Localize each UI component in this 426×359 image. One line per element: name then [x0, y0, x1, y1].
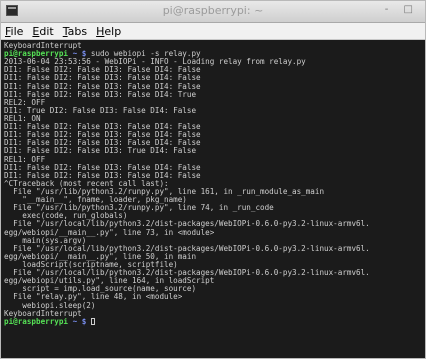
line-text: egg/webiopi/__main__.py", line 73, in <m… [4, 228, 215, 237]
prompt-user: pi@raspberrypi [4, 50, 69, 59]
line-text: "__main__", fname, loader, pkg_name) [4, 196, 187, 205]
line-text: DI1: False DI2: False DI3: False DI4: Fa… [4, 82, 201, 91]
line-text: File "/usr/lib/python3.2/runpy.py", line… [4, 204, 274, 213]
output-line: KeyboardInterrupt [4, 310, 424, 318]
output-line: egg/webiopi/__main__.py", line 73, in <m… [4, 229, 424, 237]
line-text: DI1: False DI2: False DI3: False DI4: Fa… [4, 74, 201, 83]
output-line: DI1: False DI2: False DI3: False DI4: Fa… [4, 83, 424, 91]
output-line: egg/webiopi/__main__.py", line 50, in ma… [4, 253, 424, 261]
menu-edit[interactable]: Edit [32, 25, 53, 38]
line-text: File "/usr/local/lib/python3.2/dist-pack… [4, 269, 370, 278]
line-text: REL1: ON [4, 114, 41, 123]
prompt-path: ~ $ [68, 317, 91, 326]
output-line: File "/usr/local/lib/python3.2/dist-pack… [4, 269, 424, 277]
line-text: DI1: False DI2: False DI3: False DI4: Fa… [4, 171, 201, 180]
output-line: main(sys.argv) [4, 237, 424, 245]
line-text: DI1: False DI2: False DI3: False DI4: Tr… [4, 90, 197, 99]
line-text: REL2: OFF [4, 98, 46, 107]
line-text: File "/usr/local/lib/python3.2/dist-pack… [4, 244, 370, 253]
terminal-output[interactable]: KeyboardInterrupt pi@raspberrypi ~ $ sudo… [2, 40, 424, 358]
line-text: 2013-06-04 23:53:56 - WebIOPi - INFO - L… [4, 58, 306, 67]
menu-help[interactable]: Help [96, 25, 121, 38]
text-cursor [90, 317, 95, 325]
line-text: egg/webiopi/__main__.py", line 50, in ma… [4, 252, 197, 261]
prompt-user: pi@raspberrypi [4, 317, 69, 326]
line-text: DI1: False DI2: False DI3: False DI4: Fa… [4, 123, 201, 132]
window-title: pi@raspberrypi: ~ [162, 4, 264, 17]
output-line: "__main__", fname, loader, pkg_name) [4, 196, 424, 204]
output-line: KeyboardInterrupt [4, 42, 424, 50]
line-text: REL1: OFF [4, 155, 46, 164]
output-line: File "/usr/lib/python3.2/runpy.py", line… [4, 204, 424, 212]
prompt-line: pi@raspberrypi ~ $ sudo webiopi -s relay… [4, 50, 424, 58]
line-text: File "/usr/local/lib/python3.2/dist-pack… [4, 220, 370, 229]
line-text: egg/webiopi/utils.py", line 164, in load… [4, 277, 215, 286]
line-text: KeyboardInterrupt [4, 42, 82, 50]
menu-tabs[interactable]: Tabs [63, 25, 87, 38]
output-line: DI1: False DI2: False DI3: True DI4: Fal… [4, 147, 424, 155]
output-line: File "/usr/local/lib/python3.2/dist-pack… [4, 245, 424, 253]
output-line: DI1: False DI2: False DI3: False DI4: Fa… [4, 164, 424, 172]
line-text: loadScript(scriptname, scriptfile) [4, 260, 178, 269]
window-controls[interactable]: - □ [385, 4, 419, 15]
line-text: DI1: False DI2: False DI3: False DI4: Fa… [4, 131, 201, 140]
prompt-line: pi@raspberrypi ~ $ [4, 317, 424, 326]
line-text: DI1: False DI2: False DI3: False DI4: Fa… [4, 139, 201, 148]
line-text: KeyboardInterrupt [4, 309, 82, 318]
output-line: 2013-06-04 23:53:56 - WebIOPi - INFO - L… [4, 58, 424, 66]
menu-bar: File Edit Tabs Help [1, 23, 425, 40]
output-line: REL1: OFF [4, 156, 424, 164]
output-line: REL2: OFF [4, 99, 424, 107]
line-text: File "relay.py", line 48, in <module> [4, 293, 183, 302]
output-line: exec(code, run_globals) [4, 212, 424, 220]
line-text: File "/usr/lib/python3.2/runpy.py", line… [4, 187, 325, 196]
terminal-window: pi@raspberrypi: ~ - □ File Edit Tabs Hel… [0, 0, 426, 359]
output-line: DI1: False DI2: False DI3: False DI4: Fa… [4, 139, 424, 147]
output-line: webiopi.sleep(2) [4, 302, 424, 310]
menu-file[interactable]: File [5, 25, 23, 38]
line-text: DI1: False DI2: False DI3: False DI4: Fa… [4, 163, 201, 172]
output-line: DI1: False DI2: False DI3: False DI4: Fa… [4, 172, 424, 180]
line-text: DI1: True DI2: False DI3: False DI4: Fal… [4, 106, 197, 115]
output-line: DI1: False DI2: False DI3: False DI4: Fa… [4, 131, 424, 139]
line-text: script = imp.load_source(name, source) [4, 285, 197, 294]
line-text: DI1: False DI2: False DI3: False DI4: Fa… [4, 66, 201, 75]
output-line: ^CTraceback (most recent call last): [4, 180, 424, 188]
output-line: REL1: ON [4, 115, 424, 123]
line-text: ^CTraceback (most recent call last): [4, 179, 169, 188]
line-text: webiopi.sleep(2) [4, 301, 96, 310]
prompt-path: ~ $ [68, 50, 91, 59]
output-line: DI1: False DI2: False DI3: False DI4: Fa… [4, 74, 424, 82]
output-line: File "relay.py", line 48, in <module> [4, 293, 424, 301]
line-text: DI1: False DI2: False DI3: True DI4: Fal… [4, 147, 197, 156]
output-line: DI1: True DI2: False DI3: False DI4: Fal… [4, 107, 424, 115]
title-bar[interactable]: pi@raspberrypi: ~ - □ [1, 1, 425, 23]
line-text: main(sys.argv) [4, 236, 87, 245]
output-line: DI1: False DI2: False DI3: False DI4: Fa… [4, 123, 424, 131]
output-line: egg/webiopi/utils.py", line 164, in load… [4, 277, 424, 285]
line-text: sudo webiopi -s relay.py [90, 50, 201, 59]
output-line: DI1: False DI2: False DI3: False DI4: Fa… [4, 66, 424, 74]
output-line: script = imp.load_source(name, source) [4, 285, 424, 293]
output-line: File "/usr/local/lib/python3.2/dist-pack… [4, 220, 424, 228]
output-line: DI1: False DI2: False DI3: False DI4: Tr… [4, 91, 424, 99]
output-line: loadScript(scriptname, scriptfile) [4, 261, 424, 269]
output-line: File "/usr/lib/python3.2/runpy.py", line… [4, 188, 424, 196]
line-text: exec(code, run_globals) [4, 212, 128, 221]
